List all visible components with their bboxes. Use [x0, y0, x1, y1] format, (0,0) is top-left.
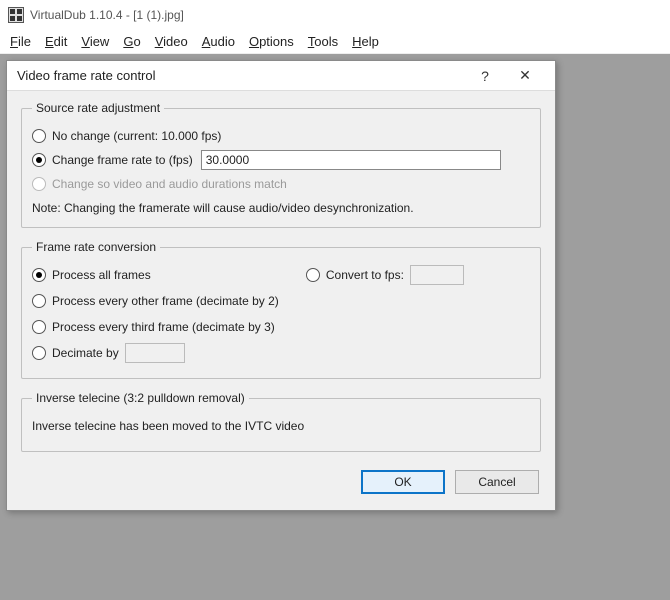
menu-help[interactable]: Help	[352, 34, 379, 49]
help-button[interactable]: ?	[465, 68, 505, 84]
label-decimate-by: Decimate by	[52, 346, 119, 360]
radio-decimate-3[interactable]	[32, 320, 46, 334]
label-decimate-3: Process every third frame (decimate by 3…	[52, 320, 275, 334]
dialog-title-text: Video frame rate control	[17, 68, 156, 83]
cancel-button[interactable]: Cancel	[455, 470, 539, 494]
radio-decimate-2[interactable]	[32, 294, 46, 308]
menu-video[interactable]: Video	[155, 34, 188, 49]
radio-change-frame-rate[interactable]	[32, 153, 46, 167]
group-frame-rate-conversion: Frame rate conversion Process all frames…	[21, 240, 541, 379]
radio-convert-to-fps[interactable]	[306, 268, 320, 282]
group-source-rate-adjustment: Source rate adjustment No change (curren…	[21, 101, 541, 228]
cancel-button-label: Cancel	[478, 475, 515, 489]
group-source-legend: Source rate adjustment	[32, 101, 164, 115]
label-convert-to-fps: Convert to fps:	[326, 268, 404, 282]
ok-button[interactable]: OK	[361, 470, 445, 494]
radio-no-change[interactable]	[32, 129, 46, 143]
ivt-body-text: Inverse telecine has been moved to the I…	[32, 419, 304, 433]
group-ivt-legend: Inverse telecine (3:2 pulldown removal)	[32, 391, 249, 405]
dialog-video-frame-rate-control: Video frame rate control ? ✕ Source rate…	[6, 60, 556, 511]
label-decimate-2: Process every other frame (decimate by 2…	[52, 294, 279, 308]
label-change-frame-rate: Change frame rate to (fps)	[52, 153, 193, 167]
menu-view[interactable]: View	[81, 34, 109, 49]
note-desync: Note: Changing the framerate will cause …	[32, 201, 530, 215]
menubar: File Edit View Go Video Audio Options To…	[0, 30, 670, 54]
input-decimate-by[interactable]	[125, 343, 185, 363]
dialog-buttons: OK Cancel	[21, 464, 541, 496]
group-frc-legend: Frame rate conversion	[32, 240, 160, 254]
menu-file[interactable]: File	[10, 34, 31, 49]
label-process-all-frames: Process all frames	[52, 268, 151, 282]
input-convert-to-fps[interactable]	[410, 265, 464, 285]
radio-match-durations	[32, 177, 46, 191]
dialog-body: Source rate adjustment No change (curren…	[7, 91, 555, 510]
menu-edit[interactable]: Edit	[45, 34, 67, 49]
input-change-frame-rate[interactable]	[201, 150, 501, 170]
group-inverse-telecine: Inverse telecine (3:2 pulldown removal) …	[21, 391, 541, 452]
menu-options[interactable]: Options	[249, 34, 294, 49]
dialog-titlebar: Video frame rate control ? ✕	[7, 61, 555, 91]
titlebar: VirtualDub 1.10.4 - [1 (1).jpg]	[0, 0, 670, 30]
ok-button-label: OK	[394, 475, 411, 489]
radio-decimate-by[interactable]	[32, 346, 46, 360]
label-match-durations: Change so video and audio durations matc…	[52, 177, 287, 191]
menu-tools[interactable]: Tools	[308, 34, 338, 49]
menu-go[interactable]: Go	[123, 34, 140, 49]
workspace: Video frame rate control ? ✕ Source rate…	[0, 54, 670, 600]
app-title: VirtualDub 1.10.4 - [1 (1).jpg]	[30, 8, 184, 22]
menu-audio[interactable]: Audio	[202, 34, 235, 49]
label-no-change: No change (current: 10.000 fps)	[52, 129, 221, 143]
app-icon	[8, 7, 24, 23]
close-button[interactable]: ✕	[505, 67, 545, 84]
radio-process-all-frames[interactable]	[32, 268, 46, 282]
